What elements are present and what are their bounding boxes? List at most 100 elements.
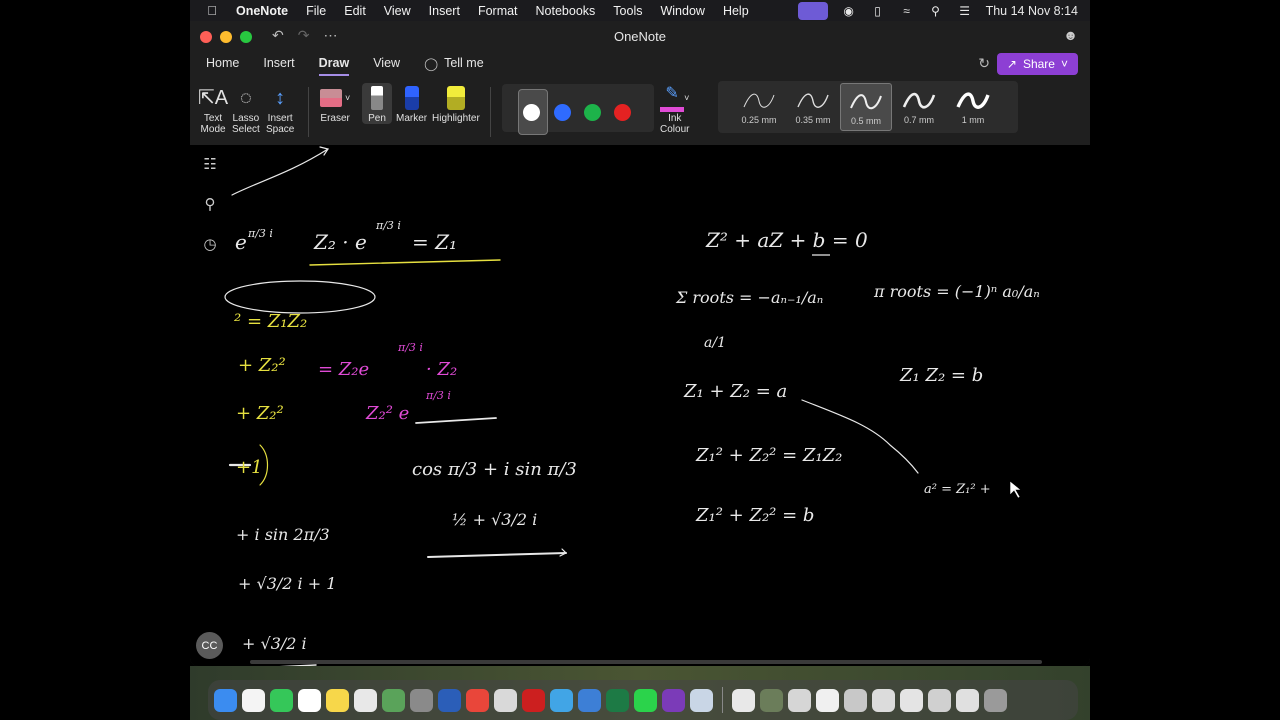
whatsapp-icon[interactable] bbox=[634, 688, 657, 712]
eraser-label: Eraser bbox=[320, 113, 350, 124]
apple-icon[interactable]:  bbox=[204, 3, 220, 18]
chrome-icon[interactable] bbox=[466, 688, 489, 712]
stroke-preview-icon bbox=[956, 92, 990, 109]
control-center-icon[interactable]: ☰ bbox=[957, 4, 973, 18]
menu-tools[interactable]: Tools bbox=[613, 4, 642, 18]
finder-icon[interactable] bbox=[214, 688, 237, 712]
svg-text:π/3 i: π/3 i bbox=[247, 227, 273, 240]
svg-text:+ √3/2 i + 1: + √3/2 i + 1 bbox=[238, 574, 336, 593]
keynote-icon[interactable] bbox=[578, 688, 601, 712]
pen-width-025[interactable]: 0.25 mm bbox=[734, 83, 784, 129]
svg-text:Z² + aZ + b = 0: Z² + aZ + b = 0 bbox=[705, 228, 868, 252]
svg-text:= Z₁: = Z₁ bbox=[412, 230, 457, 254]
lasso-select-button[interactable]: ◌ Lasso Select bbox=[232, 83, 260, 136]
svg-text:Σ roots = −aₙ₋₁/aₙ: Σ roots = −aₙ₋₁/aₙ bbox=[675, 288, 823, 307]
highlighter-icon bbox=[446, 83, 465, 113]
pen-width-035[interactable]: 0.35 mm bbox=[788, 83, 838, 129]
page-canvas[interactable]: ☷ ⚲ ◷ e π/3 i Z₂ · e π/3 i = Z₁ ² = Z₁Z₂… bbox=[190, 145, 1090, 666]
trash-icon[interactable] bbox=[984, 688, 1007, 712]
marker-button[interactable]: Marker bbox=[396, 83, 427, 124]
svg-text:π/3 i: π/3 i bbox=[425, 389, 451, 402]
pen-width-1[interactable]: 1 mm bbox=[948, 83, 998, 129]
pen-width-07[interactable]: 0.7 mm bbox=[894, 83, 944, 129]
svg-text:· Z₂: · Z₂ bbox=[426, 359, 457, 380]
teams-icon[interactable] bbox=[550, 688, 573, 712]
reminders-icon[interactable] bbox=[298, 688, 321, 712]
screen-mirroring-icon[interactable] bbox=[797, 1, 828, 20]
highlighter-button[interactable]: Highlighter bbox=[432, 83, 480, 124]
image-thumbnail-icon[interactable] bbox=[760, 688, 783, 712]
eraser-button[interactable]: ˅ Eraser bbox=[320, 83, 350, 124]
text-mode-button[interactable]: ⇱A Text Mode bbox=[198, 83, 228, 136]
pen-width-05[interactable]: 0.5 mm bbox=[840, 83, 892, 131]
tab-view[interactable]: View bbox=[365, 51, 408, 75]
svg-text:π/3 i: π/3 i bbox=[375, 219, 401, 232]
document-icon[interactable] bbox=[956, 688, 979, 712]
freeform-icon[interactable] bbox=[354, 688, 377, 712]
pen-button[interactable]: Pen bbox=[362, 83, 392, 124]
eraser-icon: ˅ bbox=[320, 83, 350, 113]
wifi-icon[interactable]: ≈ bbox=[899, 4, 915, 18]
notes-icon[interactable] bbox=[326, 688, 349, 712]
menu-notebooks[interactable]: Notebooks bbox=[536, 4, 596, 18]
pen-width-label: 0.7 mm bbox=[903, 115, 934, 125]
title-bar: ↶ ↷ ⋯ OneNote ☻ bbox=[190, 21, 1090, 51]
onenote-window: ↶ ↷ ⋯ OneNote ☻ Home Insert Draw View ◯ … bbox=[190, 21, 1090, 666]
color-blue[interactable] bbox=[554, 104, 571, 121]
sync-icon[interactable]: ↻ bbox=[978, 55, 990, 72]
share-button[interactable]: ↗ Share ˅ bbox=[996, 53, 1078, 75]
color-green[interactable] bbox=[584, 104, 601, 121]
pen-width-gallery: 0.25 mm 0.35 mm 0.5 mm 0.7 mm 1 mm bbox=[718, 81, 1018, 133]
safari-icon[interactable] bbox=[690, 688, 713, 712]
pen-icon bbox=[371, 83, 383, 113]
menu-help[interactable]: Help bbox=[723, 4, 749, 18]
messages-icon[interactable] bbox=[270, 688, 293, 712]
numbers-icon[interactable] bbox=[382, 688, 405, 712]
color-red[interactable] bbox=[614, 104, 631, 121]
record-icon[interactable]: ◉ bbox=[841, 4, 857, 18]
insert-space-button[interactable]: ↕ Insert Space bbox=[266, 83, 294, 136]
battery-icon[interactable]: ▯ bbox=[870, 4, 886, 18]
excel-icon[interactable] bbox=[606, 688, 629, 712]
stroke-preview-icon bbox=[850, 94, 882, 110]
menu-edit[interactable]: Edit bbox=[344, 4, 366, 18]
menu-insert[interactable]: Insert bbox=[429, 4, 460, 18]
menu-view[interactable]: View bbox=[384, 4, 411, 18]
tab-draw[interactable]: Draw bbox=[311, 51, 358, 76]
collaborate-icon[interactable]: ☻ bbox=[1063, 27, 1078, 43]
document-icon[interactable] bbox=[844, 688, 867, 712]
calendar-icon[interactable] bbox=[242, 688, 265, 712]
scripts-icon[interactable] bbox=[494, 688, 517, 712]
svg-text:Z₂ · e: Z₂ · e bbox=[313, 230, 367, 254]
menu-format[interactable]: Format bbox=[478, 4, 518, 18]
pen-width-label: 1 mm bbox=[961, 115, 985, 125]
tell-me[interactable]: ◯ Tell me bbox=[416, 51, 492, 75]
lasso-select-label: Lasso Select bbox=[232, 113, 260, 135]
color-white[interactable] bbox=[523, 104, 540, 121]
search-icon[interactable]: ⚲ bbox=[928, 4, 944, 18]
acrobat-icon[interactable] bbox=[522, 688, 545, 712]
cc-badge[interactable]: CC bbox=[196, 632, 223, 659]
horizontal-scrollbar[interactable] bbox=[250, 660, 1042, 664]
document-icon[interactable] bbox=[788, 688, 811, 712]
menubar-clock[interactable]: Thu 14 Nov 8:14 bbox=[986, 4, 1078, 18]
svg-text:Z₂² e: Z₂² e bbox=[365, 403, 409, 424]
svg-text:= Z₂e: = Z₂e bbox=[318, 359, 369, 380]
document-icon[interactable] bbox=[928, 688, 951, 712]
word-icon[interactable] bbox=[438, 688, 461, 712]
tab-insert[interactable]: Insert bbox=[255, 51, 302, 75]
document-icon[interactable] bbox=[872, 688, 895, 712]
ink-colour-button[interactable]: ✎ ˅ Ink Colour bbox=[660, 83, 689, 136]
dock-divider bbox=[722, 687, 723, 713]
document-icon[interactable] bbox=[732, 688, 755, 712]
menu-app-name[interactable]: OneNote bbox=[236, 4, 288, 18]
svg-text:Z₁² + Z₂² = b: Z₁² + Z₂² = b bbox=[695, 505, 814, 526]
tab-home[interactable]: Home bbox=[198, 51, 247, 75]
onenote-icon[interactable] bbox=[662, 688, 685, 712]
menu-file[interactable]: File bbox=[306, 4, 326, 18]
menu-window[interactable]: Window bbox=[660, 4, 704, 18]
document-icon[interactable] bbox=[816, 688, 839, 712]
system-settings-icon[interactable] bbox=[410, 688, 433, 712]
document-icon[interactable] bbox=[900, 688, 923, 712]
pen-width-label: 0.5 mm bbox=[850, 116, 881, 126]
